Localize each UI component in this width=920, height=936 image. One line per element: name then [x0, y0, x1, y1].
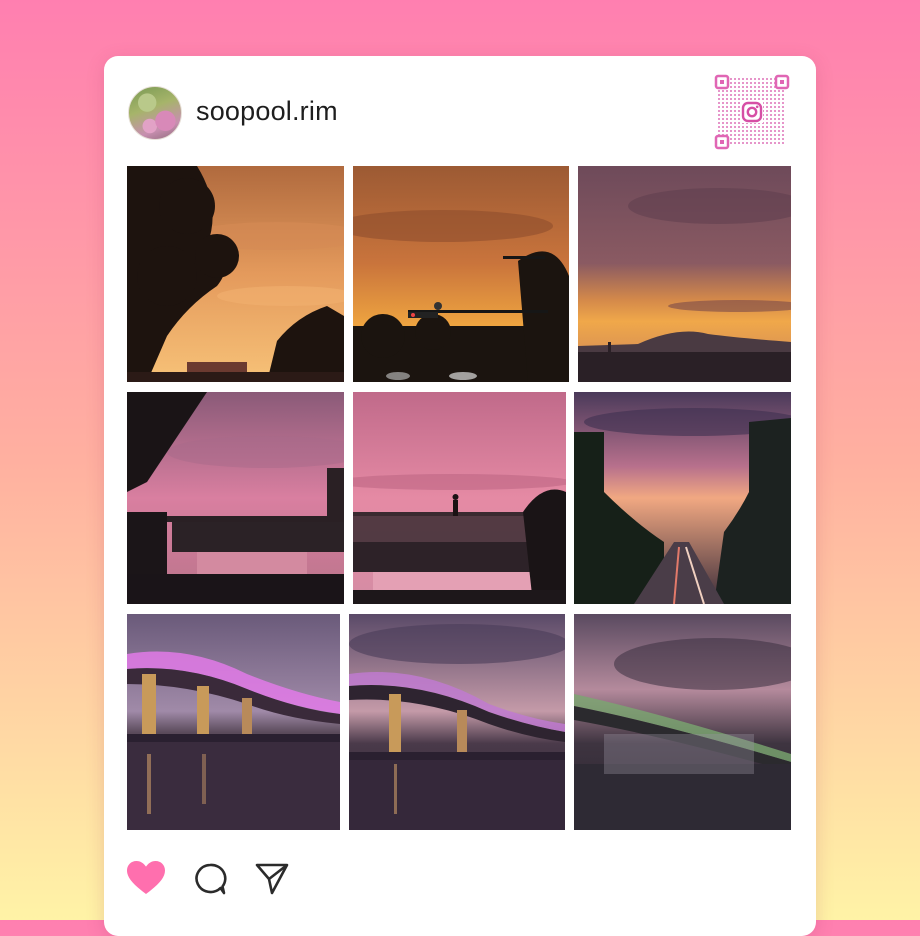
photo-sunset-mountain[interactable] — [578, 166, 791, 382]
photo-pink-sky-overpass[interactable] — [127, 392, 344, 604]
photo-sunset-traffic-light[interactable] — [353, 166, 569, 382]
username[interactable]: soopool.rim — [196, 96, 338, 127]
photo-sunset-tree[interactable] — [127, 166, 344, 382]
send-icon[interactable] — [254, 860, 290, 896]
comment-icon[interactable] — [193, 862, 227, 896]
photo-bridge-fountain-2[interactable] — [349, 614, 565, 830]
post-card: soopool.rim — [104, 56, 816, 936]
photo-bridge-fountain-3[interactable] — [574, 614, 791, 830]
photo-dusk-road[interactable] — [574, 392, 791, 604]
qr-code-icon[interactable] — [714, 74, 790, 150]
avatar[interactable] — [128, 86, 182, 140]
photo-bridge-fountain-1[interactable] — [127, 614, 340, 830]
heart-icon[interactable] — [126, 860, 166, 896]
photo-pink-sky-pedestrian-bridge[interactable] — [353, 392, 566, 604]
